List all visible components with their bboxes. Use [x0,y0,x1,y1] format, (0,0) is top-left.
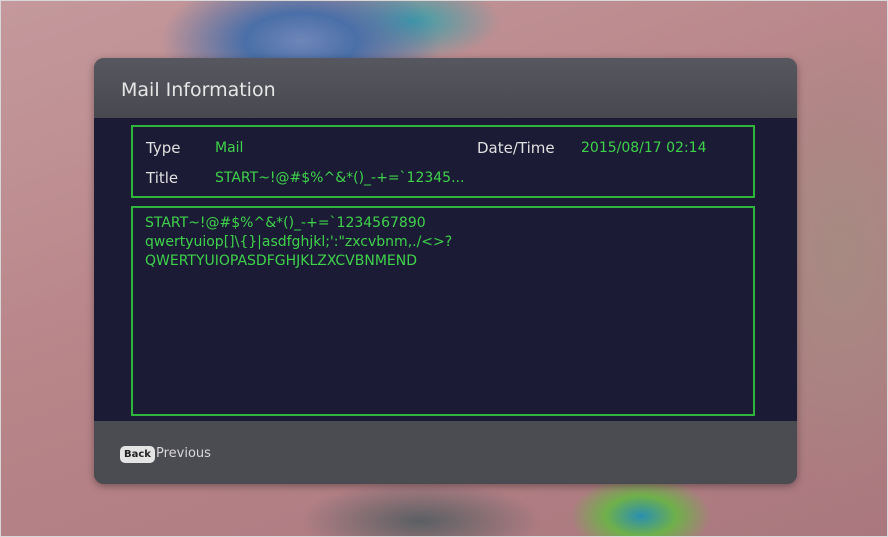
previous-label: Previous [156,446,211,461]
title-value: START~!@#$%^&*()_-+=`12345... [215,170,465,186]
message-content-box[interactable]: START~!@#$%^&*()_-+=`1234567890 qwertyui… [131,206,755,416]
datetime-label: Date/Time [477,139,555,157]
dialog-body: Type Mail Date/Time 2015/08/17 02:14 Tit… [94,118,797,421]
message-line: QWERTYUIOPASDFGHJKLZXCVBNMEND [145,253,418,269]
dialog-header: Mail Information [94,58,797,118]
title-label: Title [146,169,179,187]
type-label: Type [146,139,181,157]
back-key-icon[interactable]: Back [120,446,155,463]
message-text: START~!@#$%^&*()_-+=`1234567890 qwertyui… [145,214,452,271]
message-line: qwertyuiop[]\{}|asdfghjkl;':"zxcvbnm,./<… [145,234,453,250]
type-value: Mail [215,140,244,156]
datetime-value: 2015/08/17 02:14 [581,140,707,156]
dialog-title: Mail Information [121,79,276,101]
dialog-footer: Back Previous [94,421,797,484]
message-line: START~!@#$%^&*()_-+=`1234567890 [145,215,426,231]
mail-information-dialog: Mail Information Type Mail Date/Time 201… [94,58,797,484]
mail-info-box: Type Mail Date/Time 2015/08/17 02:14 Tit… [131,125,755,198]
